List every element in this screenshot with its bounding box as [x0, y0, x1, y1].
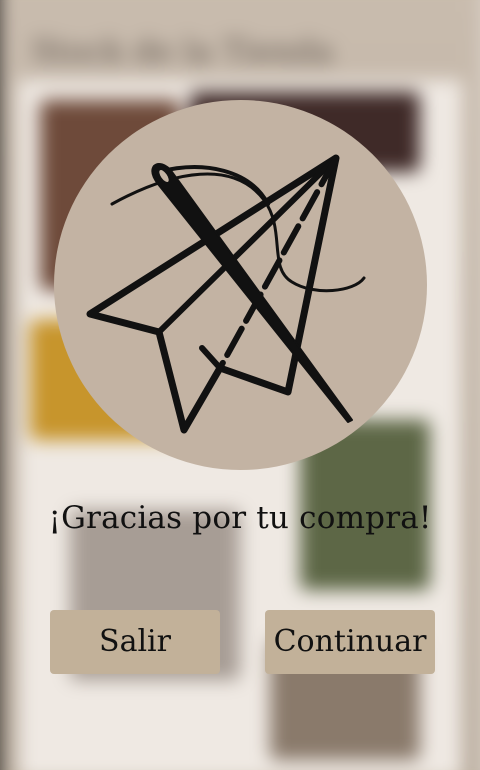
background-store-title: Stock de la Tienda [32, 32, 334, 70]
purchase-complete-screen: Stock de la Tienda ¡Gracias por tu compr… [0, 0, 480, 770]
continue-button[interactable]: Continuar [265, 610, 435, 674]
purchase-thanks-message: ¡Gracias por tu compra! [48, 500, 432, 536]
exit-button[interactable]: Salir [50, 610, 220, 674]
needle-paper-plane-icon [86, 154, 366, 434]
logo-badge [54, 100, 427, 470]
